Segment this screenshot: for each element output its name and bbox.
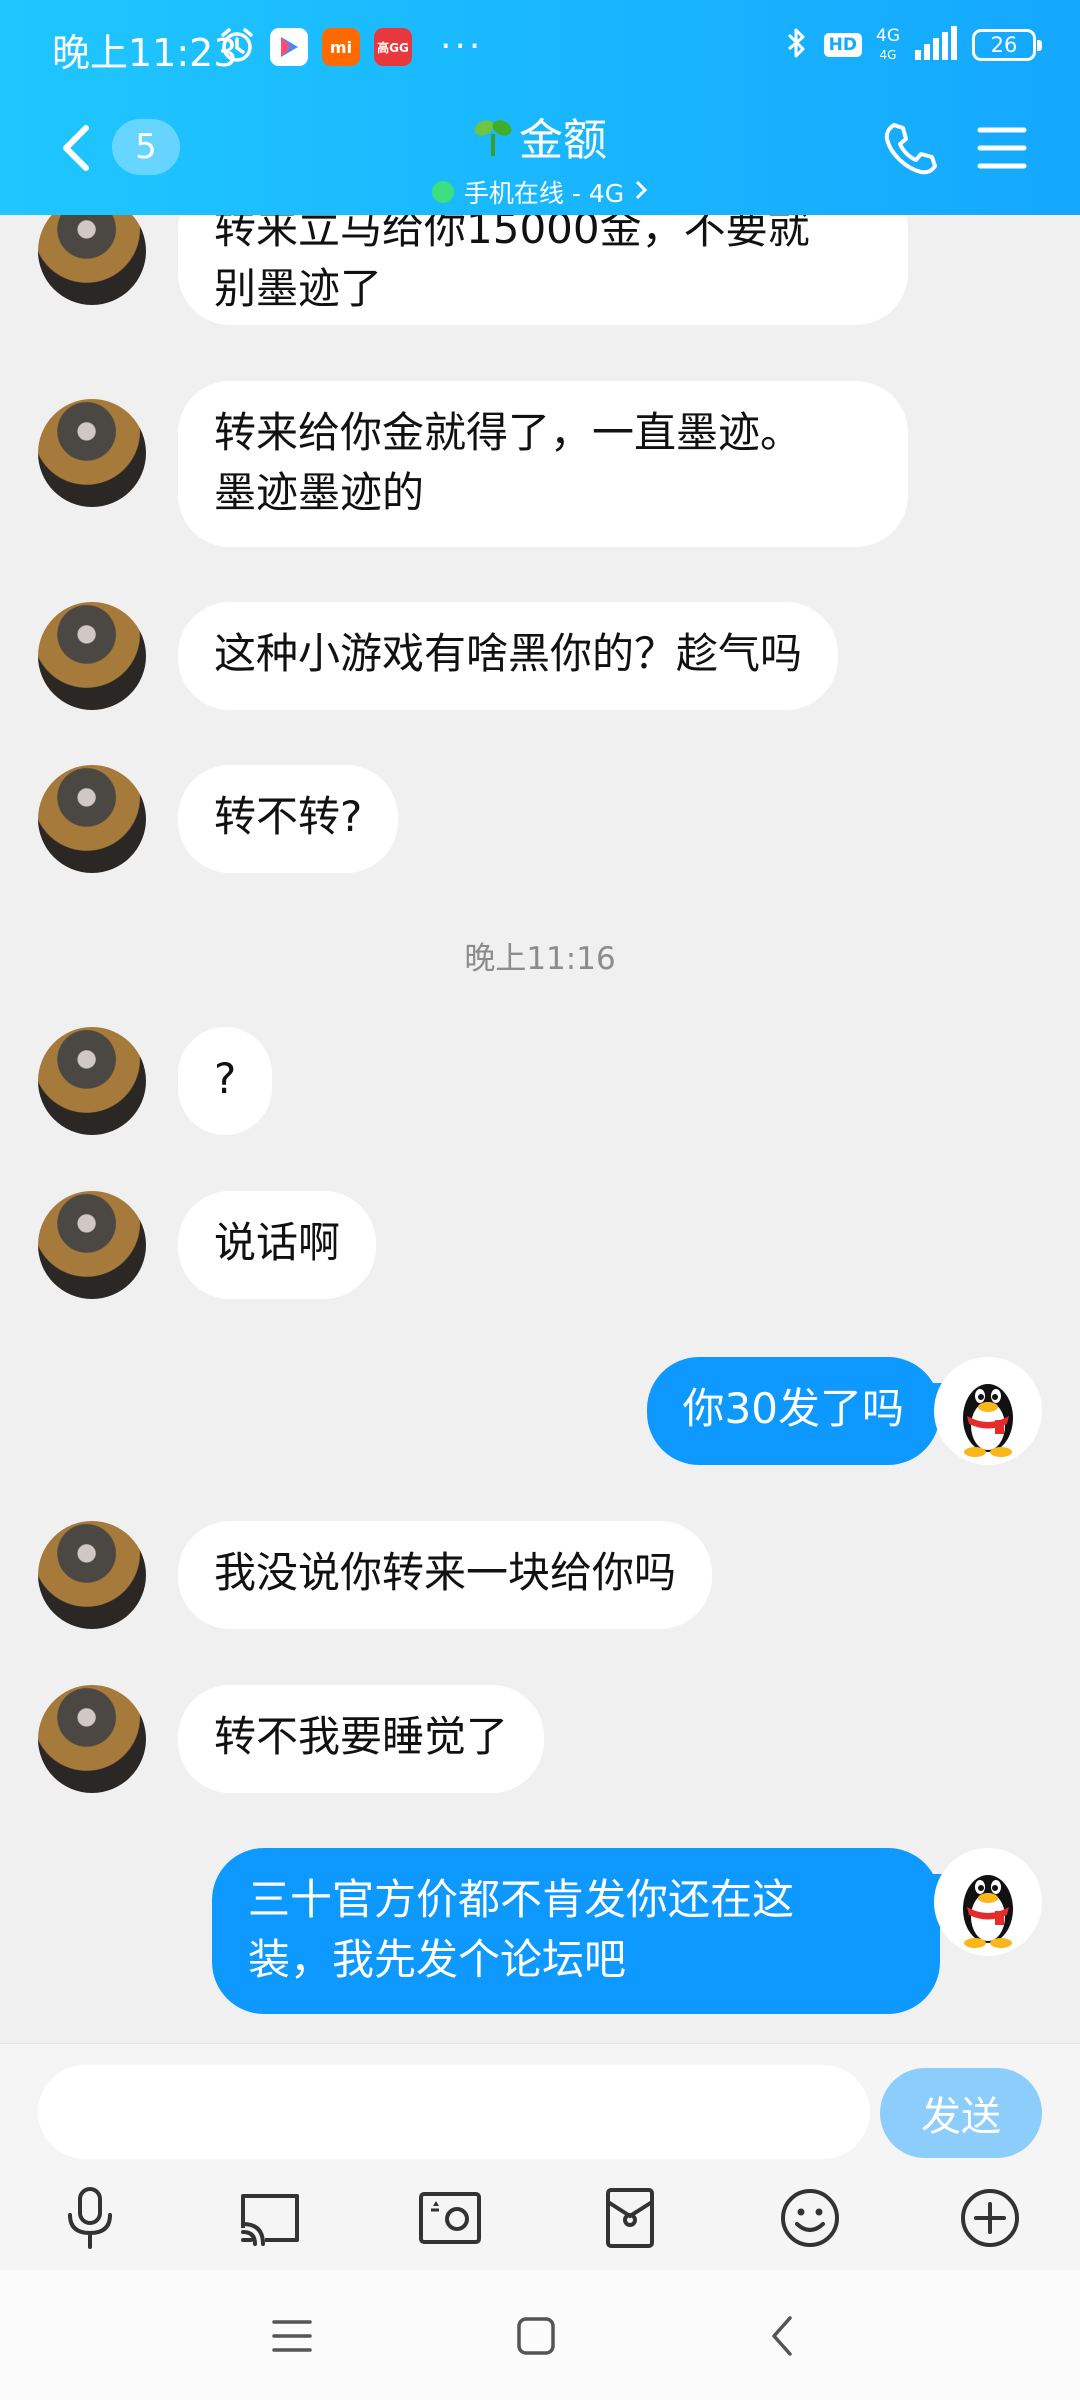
contact-avatar[interactable]: [38, 1027, 146, 1135]
message-bubble[interactable]: 这种小游戏有啥黑你的？趁气吗: [178, 602, 839, 710]
system-navigation-bar: [0, 2270, 1080, 2400]
status-system-icons: HD 4G 4G 26: [784, 24, 1042, 66]
message-bubble[interactable]: 转来立马给你15000金，不要就 别墨迹了: [178, 215, 908, 325]
message-text-line: 转来给你金就得了，一直墨迹。: [214, 408, 803, 457]
message-text-line: 墨迹墨迹的: [214, 468, 425, 517]
message-text-line: 你30发了吗: [682, 1384, 904, 1433]
my-avatar[interactable]: [934, 1357, 1042, 1465]
sprout-icon: [473, 112, 513, 160]
message-list[interactable]: 转来立马给你15000金，不要就 别墨迹了 转来给你金就得了，一直墨迹。 墨迹墨…: [0, 215, 1080, 2043]
network-type-top: 4G: [876, 25, 900, 46]
message-text-line: 别墨迹了: [214, 264, 383, 313]
microphone-icon[interactable]: [52, 2180, 128, 2256]
message-text-line: 我没说你转来一块给你吗: [214, 1548, 677, 1597]
battery-indicator: 26: [972, 29, 1042, 61]
chevron-right-icon: [634, 178, 648, 207]
chat-title: 金额: [519, 115, 607, 166]
signal-strength-icon: [914, 26, 958, 64]
red-packet-icon[interactable]: [592, 2180, 668, 2256]
message-bubble-own[interactable]: 三十官方价都不肯发你还在这 装，我先发个论坛吧: [212, 1848, 940, 2014]
message-bubble[interactable]: 转来给你金就得了，一直墨迹。 墨迹墨迹的: [178, 381, 908, 547]
online-status-text: 手机在线 - 4G: [463, 179, 625, 208]
back-icon[interactable]: [752, 2306, 812, 2366]
menu-icon[interactable]: [262, 2306, 322, 2366]
my-avatar[interactable]: [934, 1848, 1042, 1956]
contact-avatar[interactable]: [38, 215, 146, 305]
message-text-line: 这种小游戏有啥黑你的？趁气吗: [214, 629, 803, 678]
bluetooth-icon: [784, 24, 810, 66]
hd-badge: HD: [823, 33, 862, 57]
message-bubble[interactable]: 我没说你转来一块给你吗: [178, 1521, 713, 1629]
status-time: 晚上11:23: [52, 31, 238, 75]
battery-level: 26: [990, 33, 1018, 57]
hamburger-menu-icon: [977, 127, 1027, 169]
alarm-clock-icon: [218, 26, 256, 68]
message-text-line: ?: [214, 1054, 237, 1103]
chat-input-area: 发送: [0, 2043, 1080, 2270]
network-type: 4G 4G: [876, 27, 900, 64]
network-type-bottom: 4G: [879, 47, 897, 62]
contact-avatar[interactable]: [38, 1685, 146, 1793]
contact-avatar[interactable]: [38, 1521, 146, 1629]
mi-icon-label: mi: [329, 37, 353, 57]
phone-icon: [884, 123, 937, 175]
penguin-icon: [963, 1875, 1013, 1948]
status-bar: 晚上11:23 mi 高GG ··· HD 4G 4G 26: [0, 0, 1080, 98]
online-status-dot: [431, 181, 454, 203]
message-text-line: 说话啊: [214, 1218, 341, 1267]
status-notification-icons: mi 高GG ···: [218, 26, 483, 68]
shopping-app-label: 高GG: [377, 40, 409, 55]
message-timestamp: 晚上11:16: [464, 941, 616, 977]
home-icon[interactable]: [506, 2306, 566, 2366]
message-bubble[interactable]: 转不我要睡觉了: [178, 1685, 545, 1793]
contact-avatar[interactable]: [38, 399, 146, 507]
message-text-line: 转来立马给你15000金，不要就: [214, 215, 810, 253]
contact-avatar[interactable]: [38, 765, 146, 873]
message-bubble[interactable]: ?: [178, 1027, 273, 1135]
chat-header: 晚上11:23 mi 高GG ··· HD 4G 4G 26 5 金额 手机在线…: [0, 0, 1080, 215]
add-icon[interactable]: [952, 2180, 1028, 2256]
mi-icon: mi: [322, 28, 360, 66]
chat-toolbar: [0, 2174, 1080, 2264]
message-text-line: 转不我要睡觉了: [214, 1712, 509, 1761]
message-bubble-own[interactable]: 你30发了吗: [646, 1357, 940, 1465]
more-notifications-icon: ···: [440, 26, 484, 67]
message-text-line: 装，我先发个论坛吧: [248, 1935, 627, 1984]
message-bubble[interactable]: 转不转?: [178, 765, 399, 873]
play-store-icon: [270, 28, 308, 66]
message-text-line: 转不转?: [214, 792, 363, 841]
message-input[interactable]: [38, 2065, 870, 2159]
penguin-icon: [963, 1384, 1013, 1457]
message-text-line: 三十官方价都不肯发你还在这: [248, 1875, 795, 1924]
message-bubble[interactable]: 说话啊: [178, 1191, 377, 1299]
shopping-app-icon: 高GG: [374, 28, 412, 66]
contact-avatar[interactable]: [38, 602, 146, 710]
voice-call-button[interactable]: [880, 118, 940, 178]
photo-icon[interactable]: [412, 2180, 488, 2256]
screen-cast-icon[interactable]: [232, 2180, 308, 2256]
send-button[interactable]: 发送: [880, 2068, 1042, 2158]
contact-avatar[interactable]: [38, 1191, 146, 1299]
chat-menu-button[interactable]: [972, 118, 1032, 178]
emoji-icon[interactable]: [772, 2180, 848, 2256]
